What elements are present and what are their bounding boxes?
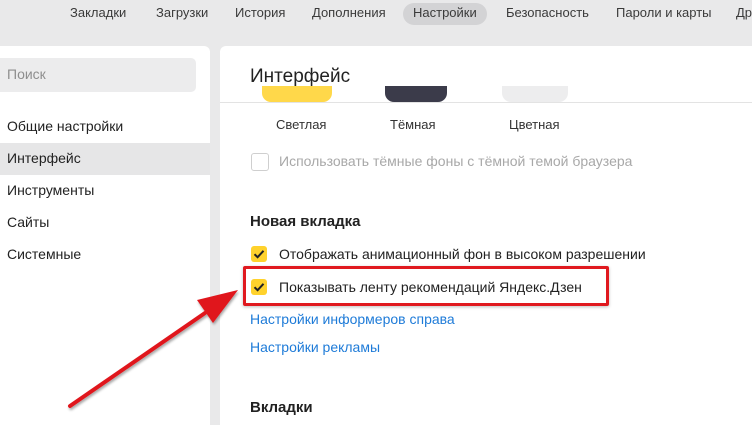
annotation-arrow-icon (68, 290, 238, 408)
